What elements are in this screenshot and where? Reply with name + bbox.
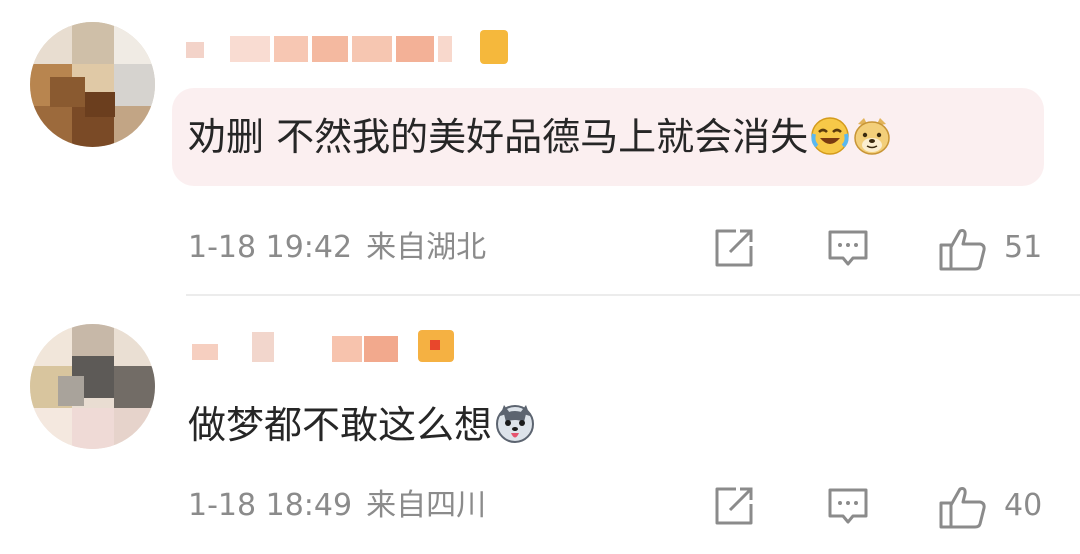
like-button[interactable] — [938, 226, 988, 272]
username-blurred[interactable] — [182, 328, 522, 368]
comment-item: 劝删 不然我的美好品德马上就会消失 1-18 19:42 来自湖北 51 — [0, 0, 1080, 296]
like-button[interactable] — [938, 484, 988, 530]
like-count: 51 — [1004, 230, 1043, 265]
comment-time: 1-18 18:49 — [188, 488, 353, 523]
avatar[interactable] — [30, 324, 155, 449]
comment-meta: 1-18 19:42 来自湖北 — [188, 230, 486, 266]
comment-time: 1-18 19:42 — [188, 230, 353, 265]
share-button[interactable] — [712, 226, 756, 270]
doge-emoji-icon — [852, 116, 892, 166]
comment-location: 来自四川 — [366, 488, 487, 523]
like-count: 40 — [1004, 488, 1043, 523]
comment-icon — [828, 230, 868, 266]
comment-button[interactable] — [826, 226, 870, 270]
comment-location: 来自湖北 — [366, 230, 487, 265]
username-blurred[interactable] — [182, 28, 522, 68]
comment-text-content: 做梦都不敢这么想 — [188, 403, 493, 447]
comment-text-content: 劝删 不然我的美好品德马上就会消失 — [188, 115, 809, 159]
thumbs-up-icon — [939, 487, 986, 529]
comment-icon — [828, 488, 868, 524]
thumbs-up-icon — [939, 229, 986, 271]
comment-item: 做梦都不敢这么想 1-18 18:49 来自四川 40 — [0, 296, 1080, 554]
share-button[interactable] — [712, 484, 756, 528]
comment-button[interactable] — [826, 484, 870, 528]
husky-emoji-icon — [494, 402, 536, 454]
share-icon — [715, 229, 753, 267]
comment-text: 劝删 不然我的美好品德马上就会消失 — [188, 114, 892, 166]
laugh-cry-emoji-icon — [810, 116, 850, 166]
comment-text: 做梦都不敢这么想 — [188, 402, 536, 454]
comment-meta: 1-18 18:49 来自四川 — [188, 488, 486, 524]
avatar[interactable] — [30, 22, 155, 147]
share-icon — [715, 487, 753, 525]
